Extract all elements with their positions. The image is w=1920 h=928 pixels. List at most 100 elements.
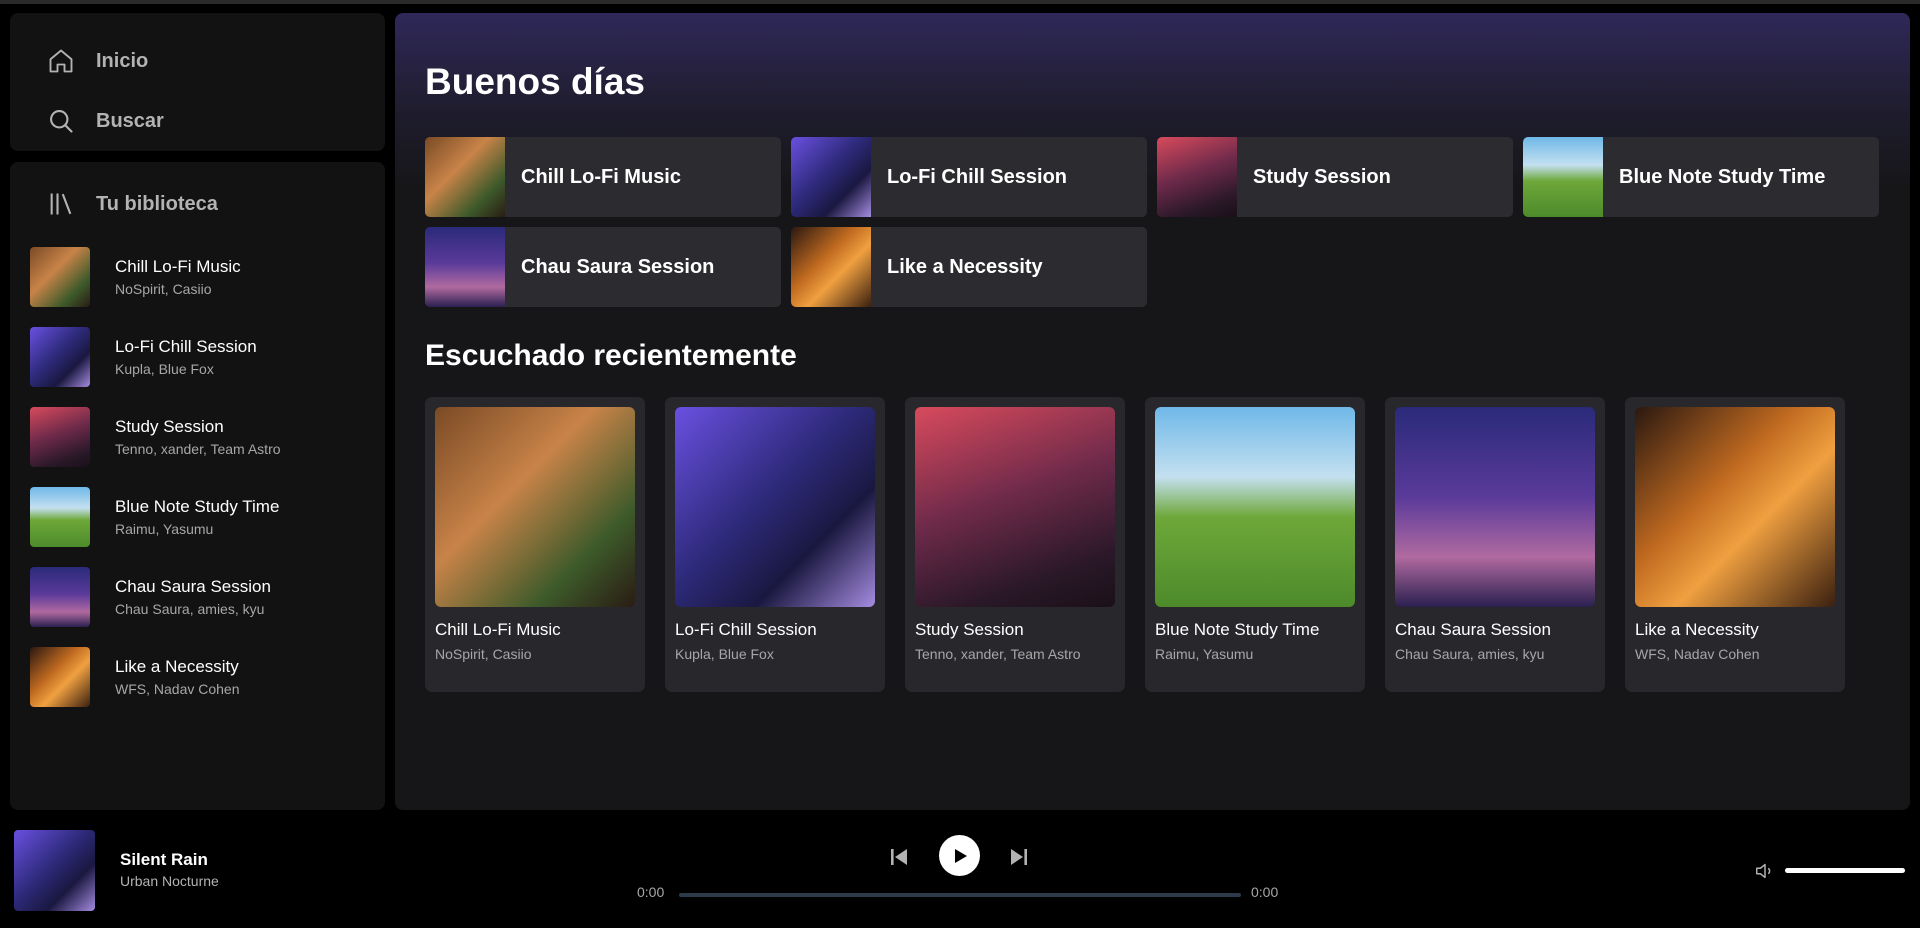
playlist-cover	[915, 407, 1115, 607]
quick-access-label: Study Session	[1253, 165, 1391, 188]
playlist-cover	[1157, 137, 1237, 217]
card-title: Blue Note Study Time	[1155, 620, 1320, 639]
card-artists: Tenno, xander, Team Astro	[915, 646, 1081, 662]
library-item[interactable]: Like a Necessity WFS, Nadav Cohen	[10, 637, 385, 717]
next-button[interactable]	[1006, 844, 1032, 870]
card-title: Lo-Fi Chill Session	[675, 620, 817, 639]
library-item[interactable]: Chill Lo-Fi Music NoSpirit, Casiio	[10, 237, 385, 317]
nav-search-label: Buscar	[96, 109, 164, 132]
previous-button[interactable]	[886, 844, 912, 870]
playlist-cover	[30, 647, 90, 707]
library-item-title: Chill Lo-Fi Music	[115, 257, 241, 276]
playlist-card[interactable]: Lo-Fi Chill Session Kupla, Blue Fox	[665, 397, 885, 692]
playlist-card[interactable]: Chill Lo-Fi Music NoSpirit, Casiio	[425, 397, 645, 692]
library-title: Tu biblioteca	[96, 192, 218, 215]
playlist-cover	[425, 227, 505, 307]
library-item-title: Study Session	[115, 417, 224, 436]
time-total: 0:00	[1251, 884, 1279, 900]
library-item-title: Chau Saura Session	[115, 577, 271, 596]
library-item-title: Lo-Fi Chill Session	[115, 337, 257, 356]
playlist-cover	[425, 137, 505, 217]
card-artists: Chau Saura, amies, kyu	[1395, 646, 1545, 662]
library-item-artists: Kupla, Blue Fox	[115, 361, 214, 377]
playlist-cover	[1395, 407, 1595, 607]
quick-access-tile[interactable]: Chau Saura Session	[425, 227, 781, 307]
card-artists: Raimu, Yasumu	[1155, 646, 1254, 662]
card-artists: Kupla, Blue Fox	[675, 646, 774, 662]
card-artists: NoSpirit, Casiio	[435, 646, 532, 662]
recent-cards: Chill Lo-Fi Music NoSpirit, Casiio Lo-Fi …	[425, 397, 1845, 692]
volume-button[interactable]	[1753, 859, 1777, 883]
library-item-artists: Tenno, xander, Team Astro	[115, 441, 281, 457]
library-panel: Tu biblioteca Chill Lo-Fi Music NoSpirit,…	[10, 162, 385, 810]
playlist-cover	[1523, 137, 1603, 217]
play-button[interactable]	[939, 835, 980, 876]
playlist-cover	[30, 567, 90, 627]
playlist-cover	[30, 487, 90, 547]
nav-search[interactable]: Buscar	[46, 91, 385, 151]
library-icon	[46, 189, 76, 219]
playlist-card[interactable]: Like a Necessity WFS, Nadav Cohen	[1625, 397, 1845, 692]
library-item-artists: WFS, Nadav Cohen	[115, 681, 240, 697]
nav-home-label: Inicio	[96, 49, 149, 72]
library-item[interactable]: Blue Note Study Time Raimu, Yasumu	[10, 477, 385, 557]
main-content: Buenos días Chill Lo-Fi Music Lo-Fi Chil…	[395, 13, 1910, 810]
card-title: Chau Saura Session	[1395, 620, 1551, 639]
playlist-cover	[30, 247, 90, 307]
library-item-artists: Raimu, Yasumu	[115, 521, 214, 537]
skip-previous-icon	[891, 849, 907, 865]
nav-home[interactable]: Inicio	[46, 31, 385, 91]
quick-access-label: Lo-Fi Chill Session	[887, 165, 1068, 188]
play-icon	[954, 848, 967, 863]
playlist-cover	[1155, 407, 1355, 607]
card-title: Like a Necessity	[1635, 620, 1759, 639]
player-bar: Silent Rain Urban Nocturne 0:00 0:00	[0, 818, 1920, 928]
volume-icon	[1756, 863, 1771, 879]
quick-access-tile[interactable]: Chill Lo-Fi Music	[425, 137, 781, 217]
library-item-title: Like a Necessity	[115, 657, 239, 676]
card-artists: WFS, Nadav Cohen	[1635, 646, 1760, 662]
quick-access-tile[interactable]: Like a Necessity	[791, 227, 1147, 307]
home-icon	[46, 46, 76, 76]
volume-fill	[1785, 868, 1905, 873]
now-playing-title[interactable]: Silent Rain	[120, 850, 208, 870]
playlist-cover	[675, 407, 875, 607]
library-item[interactable]: Chau Saura Session Chau Saura, amies, kyu	[10, 557, 385, 637]
quick-access-label: Chill Lo-Fi Music	[521, 165, 681, 188]
progress-bar[interactable]	[679, 893, 1241, 897]
library-list: Chill Lo-Fi Music NoSpirit, Casiio Lo-Fi …	[10, 237, 385, 717]
playlist-cover	[791, 227, 871, 307]
quick-access-label: Chau Saura Session	[521, 255, 715, 278]
playlist-cover	[1635, 407, 1835, 607]
quick-access-tile[interactable]: Lo-Fi Chill Session	[791, 137, 1147, 217]
card-title: Study Session	[915, 620, 1024, 639]
now-playing-cover[interactable]	[14, 830, 95, 911]
quick-access-tile[interactable]: Study Session	[1157, 137, 1513, 217]
playlist-cover	[791, 137, 871, 217]
time-current: 0:00	[637, 884, 665, 900]
library-item[interactable]: Study Session Tenno, xander, Team Astro	[10, 397, 385, 477]
playlist-card[interactable]: Study Session Tenno, xander, Team Astro	[905, 397, 1125, 692]
library-item-artists: NoSpirit, Casiio	[115, 281, 212, 297]
quick-access-label: Blue Note Study Time	[1619, 165, 1826, 188]
playlist-card[interactable]: Blue Note Study Time Raimu, Yasumu	[1145, 397, 1365, 692]
playlist-cover	[30, 407, 90, 467]
quick-access-label: Like a Necessity	[887, 255, 1043, 278]
library-item-artists: Chau Saura, amies, kyu	[115, 601, 265, 617]
library-item[interactable]: Lo-Fi Chill Session Kupla, Blue Fox	[10, 317, 385, 397]
skip-next-icon	[1011, 849, 1027, 865]
playlist-cover	[30, 327, 90, 387]
page-title: Buenos días	[425, 61, 645, 102]
card-title: Chill Lo-Fi Music	[435, 620, 561, 639]
playlist-cover	[435, 407, 635, 607]
library-header[interactable]: Tu biblioteca	[10, 177, 385, 231]
playlist-card[interactable]: Chau Saura Session Chau Saura, amies, kyu	[1385, 397, 1605, 692]
quick-access-grid: Chill Lo-Fi Music Lo-Fi Chill Session St…	[425, 137, 1881, 307]
quick-access-tile[interactable]: Blue Note Study Time	[1523, 137, 1879, 217]
section-title-recent: Escuchado recientemente	[425, 339, 797, 372]
library-item-title: Blue Note Study Time	[115, 497, 280, 516]
window-top-strip	[0, 0, 1920, 4]
sidebar-nav: Inicio Buscar	[10, 13, 385, 151]
now-playing-artist[interactable]: Urban Nocturne	[120, 873, 219, 889]
volume-slider[interactable]	[1785, 868, 1905, 873]
